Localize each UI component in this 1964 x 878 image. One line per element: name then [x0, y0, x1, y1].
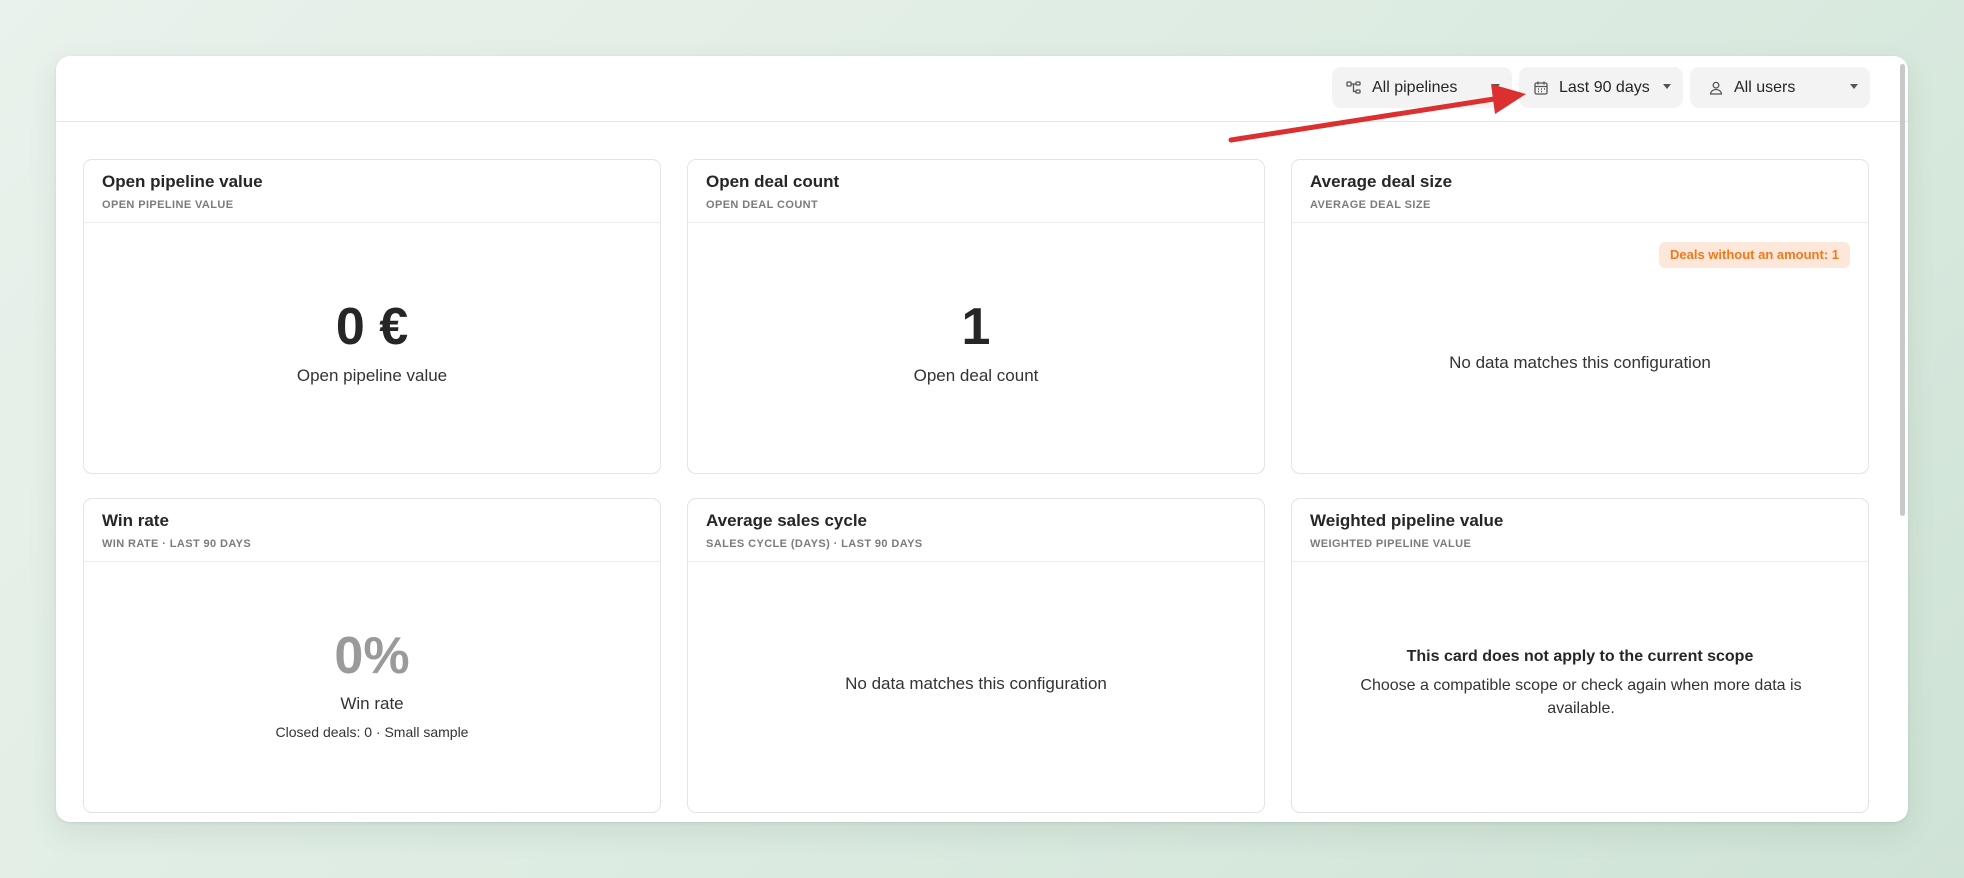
- card-subtitle: OPEN PIPELINE VALUE: [102, 199, 234, 211]
- card-average-deal-size: Average deal size AVERAGE DEAL SIZE Deal…: [1291, 159, 1869, 474]
- scope-notice-title: This card does not apply to the current …: [1406, 648, 1754, 665]
- card-subtitle: AVERAGE DEAL SIZE: [1310, 199, 1431, 211]
- dashboard-window: All pipelines Last 90 days All users Ope…: [56, 56, 1908, 822]
- filter-toolbar: All pipelines Last 90 days All users: [56, 56, 1908, 122]
- chevron-down-icon: [1850, 84, 1858, 89]
- card-title: Open pipeline value: [102, 172, 263, 191]
- period-filter-label: Last 90 days: [1559, 78, 1650, 96]
- metric-label: Open deal count: [913, 366, 1039, 385]
- card-body: Deals without an amount: 1 No data match…: [1292, 223, 1868, 473]
- card-header: Open pipeline value OPEN PIPELINE VALUE: [84, 160, 660, 223]
- card-body: 0 € Open pipeline value: [84, 223, 660, 473]
- chevron-down-icon: [1663, 84, 1671, 89]
- user-filter-dropdown[interactable]: All users: [1690, 67, 1870, 108]
- card-subtitle: WIN RATE · LAST 90 DAYS: [102, 538, 252, 550]
- card-subtitle: WEIGHTED PIPELINE VALUE: [1310, 538, 1472, 550]
- metric-note: Closed deals: 0 · Small sample: [275, 724, 469, 740]
- scope-notice-text: Choose a compatible scope or check again…: [1360, 677, 1802, 717]
- card-body: 1 Open deal count: [688, 223, 1264, 473]
- chevron-down-icon: [1492, 84, 1500, 89]
- card-subtitle: SALES CYCLE (DAYS) · LAST 90 DAYS: [706, 538, 923, 550]
- metric-value: 1: [961, 298, 991, 356]
- card-body: This card does not apply to the current …: [1292, 562, 1868, 812]
- empty-state-message: No data matches this configuration: [845, 674, 1107, 693]
- pipeline-filter-label: All pipelines: [1372, 78, 1458, 96]
- card-header: Open deal count OPEN DEAL COUNT: [688, 160, 1264, 223]
- metric-label: Open pipeline value: [296, 366, 448, 385]
- card-body: 0% Win rate Closed deals: 0 · Small samp…: [84, 562, 660, 812]
- card-header: Average deal size AVERAGE DEAL SIZE: [1292, 160, 1868, 223]
- card-title: Open deal count: [706, 172, 840, 191]
- card-title: Weighted pipeline value: [1310, 511, 1504, 530]
- card-win-rate: Win rate WIN RATE · LAST 90 DAYS 0% Win …: [83, 498, 661, 813]
- card-average-sales-cycle: Average sales cycle SALES CYCLE (DAYS) ·…: [687, 498, 1265, 813]
- user-icon: [1708, 80, 1724, 96]
- missing-amount-badge: Deals without an amount: 1: [1658, 242, 1850, 268]
- pipeline-icon: [1346, 80, 1362, 96]
- card-open-deal-count: Open deal count OPEN DEAL COUNT 1 Open d…: [687, 159, 1265, 474]
- card-title: Win rate: [102, 511, 169, 530]
- card-title: Average sales cycle: [706, 511, 867, 530]
- pipeline-filter-dropdown[interactable]: All pipelines: [1332, 67, 1512, 108]
- calendar-icon: [1533, 80, 1549, 96]
- card-header: Weighted pipeline value WEIGHTED PIPELIN…: [1292, 499, 1868, 562]
- card-weighted-pipeline-value: Weighted pipeline value WEIGHTED PIPELIN…: [1291, 498, 1869, 813]
- metric-value: 0%: [334, 627, 410, 685]
- empty-state-message: No data matches this configuration: [1449, 353, 1711, 372]
- card-subtitle: OPEN DEAL COUNT: [706, 199, 819, 211]
- card-header: Win rate WIN RATE · LAST 90 DAYS: [84, 499, 660, 562]
- user-filter-label: All users: [1734, 78, 1796, 96]
- scrollbar[interactable]: [1900, 64, 1905, 516]
- metric-label: Win rate: [340, 694, 404, 713]
- metric-value: 0 €: [335, 298, 409, 356]
- period-filter-dropdown[interactable]: Last 90 days: [1519, 67, 1683, 108]
- card-header: Average sales cycle SALES CYCLE (DAYS) ·…: [688, 499, 1264, 562]
- card-open-pipeline-value: Open pipeline value OPEN PIPELINE VALUE …: [83, 159, 661, 474]
- card-title: Average deal size: [1310, 172, 1453, 191]
- card-body: No data matches this configuration: [688, 562, 1264, 812]
